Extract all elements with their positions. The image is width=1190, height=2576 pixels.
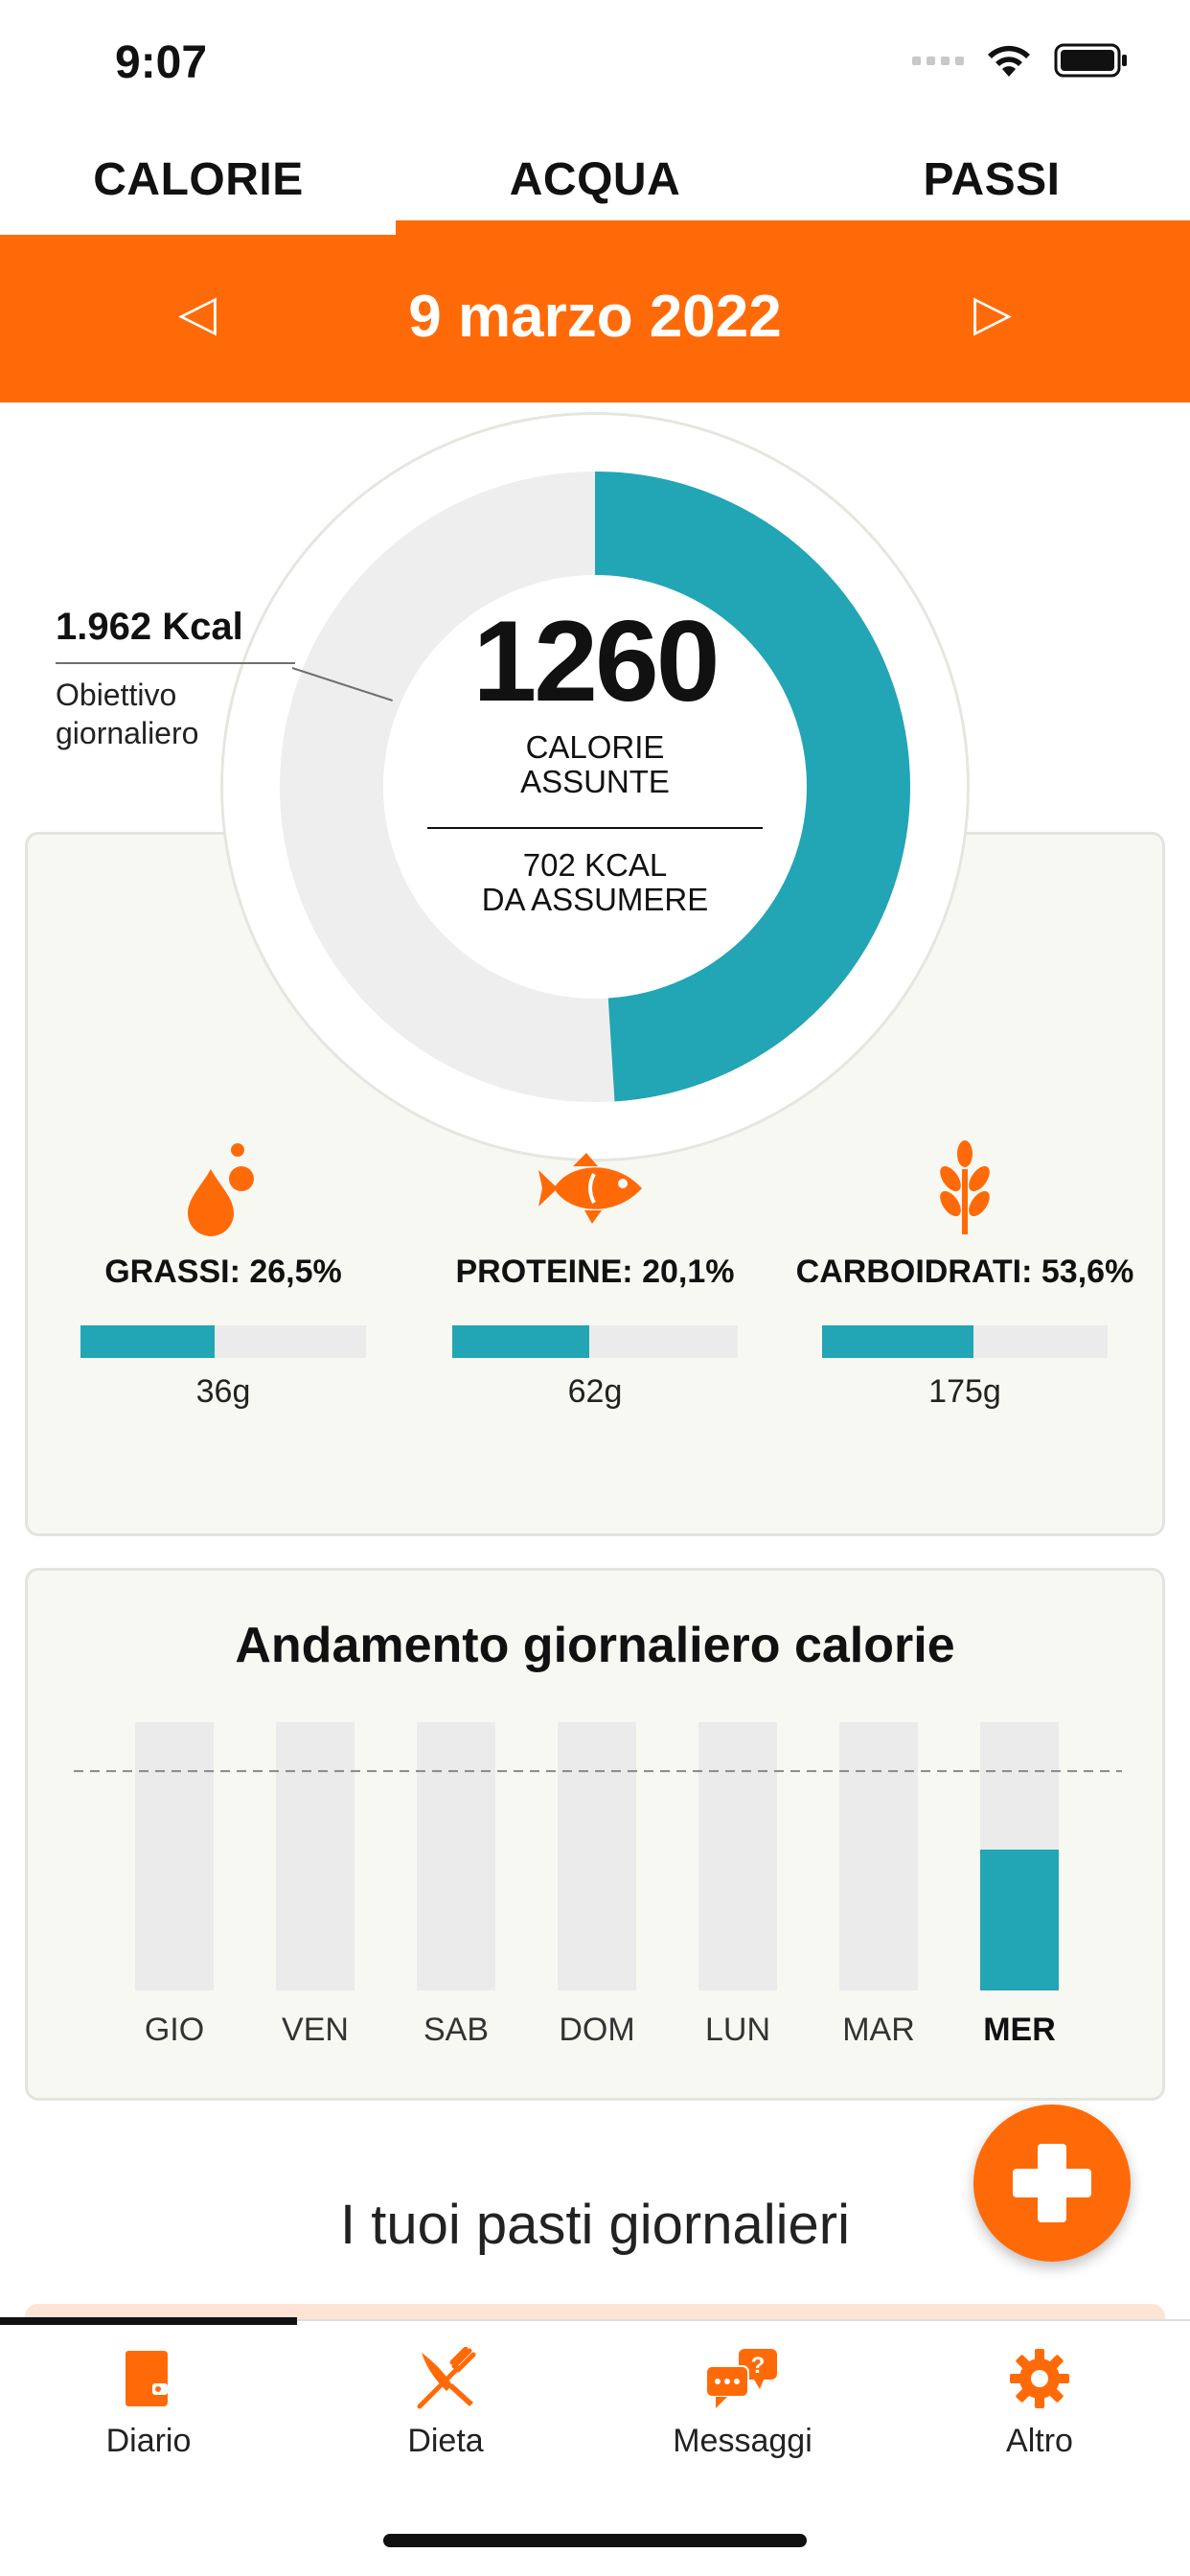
daily-goal: 1.962 Kcal Obiettivo giornaliero [56,606,295,752]
add-button[interactable] [973,2104,1131,2262]
signal-icon [912,56,964,65]
tab-passi[interactable]: PASSI [793,125,1190,235]
wifi-icon [988,45,1030,77]
calorie-summary: 1260 CALORIE ASSUNTE 702 KCAL DA ASSUMER… [412,604,778,917]
chart-bar-track-ven [276,1722,355,1990]
macro-protein-label: PROTEINE: 20,1% [455,1254,735,1290]
remaining-line2: DA ASSUMERE [481,881,709,917]
plus-icon [1013,2144,1091,2222]
chart-label-ven: VEN [282,2012,349,2048]
tab-bar: CALORIE ACQUA PASSI [0,125,1190,235]
macro-fat-bar [80,1325,366,1358]
macro-protein-bar [452,1325,738,1358]
nav-active-indicator [0,2317,297,2325]
summary-divider [427,826,763,829]
chart-label-mer: MER [983,2012,1056,2048]
status-icons [912,42,1129,79]
chat-icon: ? [594,2340,891,2417]
daily-calories-chart-card: Andamento giornaliero calorie GIO VEN SAB D… [25,1568,1165,2101]
macro-fat-fill [80,1325,216,1358]
macro-carbs-grams: 175g [928,1373,1001,1410]
fork-knife-icon [297,2340,594,2417]
macro-fat: GRASSI: 26,5% 36g [41,1140,405,1411]
remaining-line1: 702 KCAL [522,846,668,883]
gear-icon [891,2340,1188,2417]
nav-item-dieta[interactable]: Dieta [297,2340,594,2460]
macro-protein-grams: 62g [567,1373,623,1410]
goal-label-line2: giornaliero [56,716,199,750]
status-time: 9:07 [115,37,208,88]
chart-label-gio: GIO [145,2012,204,2048]
macro-fat-grams: 36g [195,1373,251,1410]
calories-consumed-value: 1260 [472,597,721,725]
consumed-label-line2: ASSUNTE [520,764,670,800]
macro-carbs-label: CARBOIDRATI: 53,6% [795,1254,1134,1290]
goal-label: Obiettivo giornaliero [56,676,295,752]
nav-item-messaggi[interactable]: ? Messaggi [594,2340,891,2460]
wheat-icon [783,1140,1147,1236]
macro-protein-fill [452,1325,590,1358]
tab-calorie[interactable]: CALORIE [0,125,397,235]
chart-label-lun: LUN [705,2012,770,2048]
svg-text:?: ? [751,2353,766,2379]
chart-bar-track-gio [135,1722,214,1990]
macro-carbs: CARBOIDRATI: 53,6% 175g [783,1140,1147,1411]
goal-label-line1: Obiettivo [56,678,177,712]
consumed-label-line1: CALORIE [525,729,665,765]
nav-item-altro[interactable]: Altro [891,2340,1188,2460]
goal-value: 1.962 Kcal [56,606,243,648]
triangle-right-icon[interactable]: ▷ [973,285,1012,342]
battery-icon [1054,43,1127,78]
diary-icon [0,2340,297,2417]
chart-bar-track-sab [417,1722,495,1990]
drop-icon [41,1140,405,1236]
nav-label-altro: Altro [1006,2423,1073,2459]
chart-label-dom: DOM [559,2012,634,2048]
date-navigator: ◁ 9 marzo 2022 ▷ [0,220,1190,402]
macro-protein: PROTEINE: 20,1% 62g [413,1140,777,1411]
daily-calories-chart: GIO VEN SAB DOM LUN MAR MER [74,1722,1122,2048]
home-indicator [383,2534,807,2547]
nav-label-dieta: Dieta [407,2423,484,2459]
macro-carbs-bar [822,1325,1108,1358]
nav-label-messaggi: Messaggi [673,2423,812,2459]
chart-bar-mer[interactable] [980,1850,1059,1990]
chart-bar-track-dom [558,1722,636,1990]
chart-label-mar: MAR [842,2012,915,2048]
macro-fat-label: GRASSI: 26,5% [104,1254,342,1290]
calories-consumed-label: CALORIE ASSUNTE [412,729,778,800]
status-bar: 9:07 [0,0,1190,125]
goal-underline [56,662,295,664]
chart-bar-track-mar [839,1722,918,1990]
macro-carbs-fill [822,1325,973,1358]
tab-indicator-notch [396,220,1190,235]
tab-acqua[interactable]: ACQUA [397,125,793,235]
nav-item-diario[interactable]: Diario [0,2340,297,2460]
calories-remaining: 702 KCAL DA ASSUMERE [412,846,778,918]
chart-bar-track-lun [698,1722,777,1990]
fish-icon [413,1140,777,1236]
chart-label-sab: SAB [423,2012,489,2048]
nav-label-diario: Diario [105,2423,192,2459]
